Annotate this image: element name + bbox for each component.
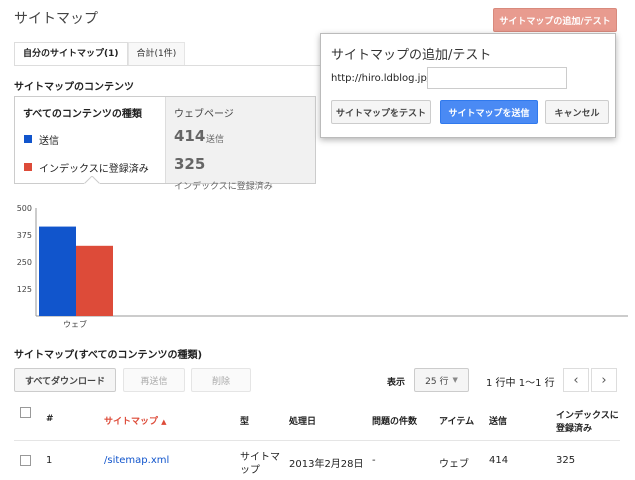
y-tick-label: 375 xyxy=(17,231,32,240)
indexed-swatch xyxy=(24,163,32,171)
url-prefix: http://hiro.ldblog.jp/ xyxy=(331,73,431,84)
pagination-range: 1 行中 1〜1 行 xyxy=(486,378,555,389)
submit-sitemap-button[interactable]: サイトマップを送信 xyxy=(440,100,538,124)
row-type-line2: ップ xyxy=(240,465,260,476)
prev-page-button[interactable]: ‹ xyxy=(563,368,589,392)
tab-bar: 自分のサイトマップ(1) 合計(1件) xyxy=(14,42,186,66)
submitted-count-label: 送信 xyxy=(206,135,225,145)
add-test-popup: サイトマップの追加/テスト http://hiro.ldblog.jp/ サイト… xyxy=(320,33,616,138)
submitted-swatch xyxy=(24,135,32,143)
contents-section-title: サイトマップのコンテンツ xyxy=(14,82,134,93)
legend-pointer xyxy=(84,176,100,185)
legend-submitted-label: 送信 xyxy=(39,136,59,147)
tab-total[interactable]: 合計(1件) xyxy=(127,42,186,66)
legend-content-types: すべてのコンテンツの種類 送信 インデックスに登録済み xyxy=(15,97,165,183)
col-sitemap[interactable]: サイトマップ ▲ xyxy=(104,414,167,427)
sitemap-link[interactable]: /sitemap.xml xyxy=(104,455,169,466)
chevron-down-icon: ▼ xyxy=(452,376,458,384)
rows-per-page-select[interactable]: 25 行 ▼ xyxy=(414,368,469,392)
col-item: アイテム xyxy=(439,417,475,427)
cancel-button[interactable]: キャンセル xyxy=(545,100,609,124)
y-tick-label: 250 xyxy=(17,258,32,267)
popup-title: サイトマップの追加/テスト xyxy=(331,48,492,63)
show-label: 表示 xyxy=(387,378,406,388)
delete-button[interactable]: 削除 xyxy=(191,368,251,392)
col-indexed-line1: インデックスに xyxy=(556,411,619,421)
row-processed: 2013年2月28日 xyxy=(289,459,364,470)
select-all-checkbox[interactable] xyxy=(20,407,31,418)
indexed-count: 325 xyxy=(174,155,206,173)
bar-indexed xyxy=(76,245,113,316)
tab-divider xyxy=(14,65,320,66)
x-tick-label: ウェブ xyxy=(63,319,87,329)
download-all-button[interactable]: すべてダウンロード xyxy=(14,368,116,392)
next-page-button[interactable]: › xyxy=(591,368,617,392)
row-checkbox[interactable] xyxy=(20,455,31,466)
submitted-count: 414 xyxy=(174,127,206,145)
row-num: 1 xyxy=(46,455,53,466)
y-tick-label: 125 xyxy=(17,285,32,294)
row-indexed: 325 xyxy=(556,455,576,466)
y-tick-label: 500 xyxy=(17,204,32,213)
col-indexed-line2: 登録済み xyxy=(556,424,593,434)
row-item: ウェブ xyxy=(439,459,469,470)
indexed-count-label: インデックスに登録済み xyxy=(174,182,273,192)
sitemap-bar-chart: 125 250 375 500 ウェブ xyxy=(17,204,628,329)
legend-right-header: ウェブページ xyxy=(174,109,234,120)
col-processed: 処理日 xyxy=(289,417,317,427)
chevron-left-icon: ‹ xyxy=(573,372,579,388)
add-test-sitemap-button[interactable]: サイトマップの追加/テスト xyxy=(493,8,617,32)
col-num: # xyxy=(46,414,54,424)
legend-box: すべてのコンテンツの種類 送信 インデックスに登録済み ウェブページ 414 送… xyxy=(14,96,316,192)
table-divider xyxy=(14,440,620,441)
list-section-title: サイトマップ(すべてのコンテンツの種類) xyxy=(14,350,203,361)
resubmit-button[interactable]: 再送信 xyxy=(123,368,185,392)
sort-up-icon: ▲ xyxy=(161,418,167,426)
test-sitemap-button[interactable]: サイトマップをテスト xyxy=(331,100,431,124)
row-issues: - xyxy=(372,455,376,466)
chevron-right-icon: › xyxy=(601,372,607,388)
page-title: サイトマップ xyxy=(14,11,98,27)
legend-indexed-label: インデックスに登録済み xyxy=(39,164,149,175)
col-type: 型 xyxy=(240,417,250,427)
rows-select-value: 25 行 xyxy=(425,376,449,387)
col-issues: 問題の件数 xyxy=(372,417,418,427)
sitemap-url-input[interactable] xyxy=(427,67,567,89)
col-submitted: 送信 xyxy=(489,417,508,427)
row-submitted: 414 xyxy=(489,455,509,466)
legend-left-header: すべてのコンテンツの種類 xyxy=(23,109,142,120)
legend-web-pages: ウェブページ 414 送信 325 インデックスに登録済み xyxy=(165,97,315,192)
bar-submitted xyxy=(39,226,76,316)
tab-my-sitemaps[interactable]: 自分のサイトマップ(1) xyxy=(14,42,128,66)
col-sitemap-label: サイトマップ xyxy=(104,417,159,427)
